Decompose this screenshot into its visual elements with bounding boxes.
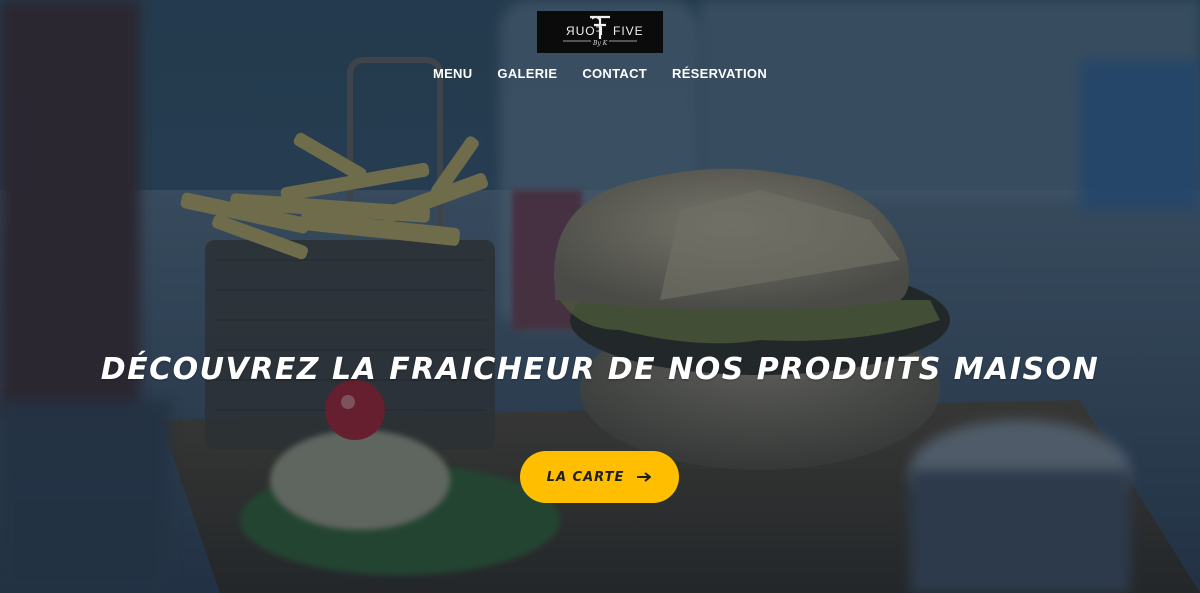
nav-item-galerie[interactable]: GALERIE (485, 66, 570, 82)
hero-section: FOUR FIVE By K MENU GALERIE CONTACT RÉSE… (0, 0, 1200, 593)
logo-word-four: FOUR (565, 24, 603, 38)
hero-headline: DÉCOUVREZ LA FRAICHEUR DE NOS PRODUITS M… (100, 352, 1100, 387)
site-logo[interactable]: FOUR FIVE By K (537, 11, 663, 53)
logo-signature: By K (593, 40, 608, 47)
logo-word-five: FIVE (613, 24, 644, 38)
nav-item-contact[interactable]: CONTACT (570, 66, 660, 82)
la-carte-button-label: LA CARTE (546, 469, 625, 485)
arrow-right-icon (637, 472, 652, 482)
la-carte-button[interactable]: LA CARTE (520, 451, 679, 503)
main-navigation: MENU GALERIE CONTACT RÉSERVATION (0, 66, 1200, 82)
hero-dark-overlay (0, 0, 1200, 593)
nav-item-reservation[interactable]: RÉSERVATION (660, 66, 780, 82)
nav-item-menu[interactable]: MENU (420, 66, 484, 82)
